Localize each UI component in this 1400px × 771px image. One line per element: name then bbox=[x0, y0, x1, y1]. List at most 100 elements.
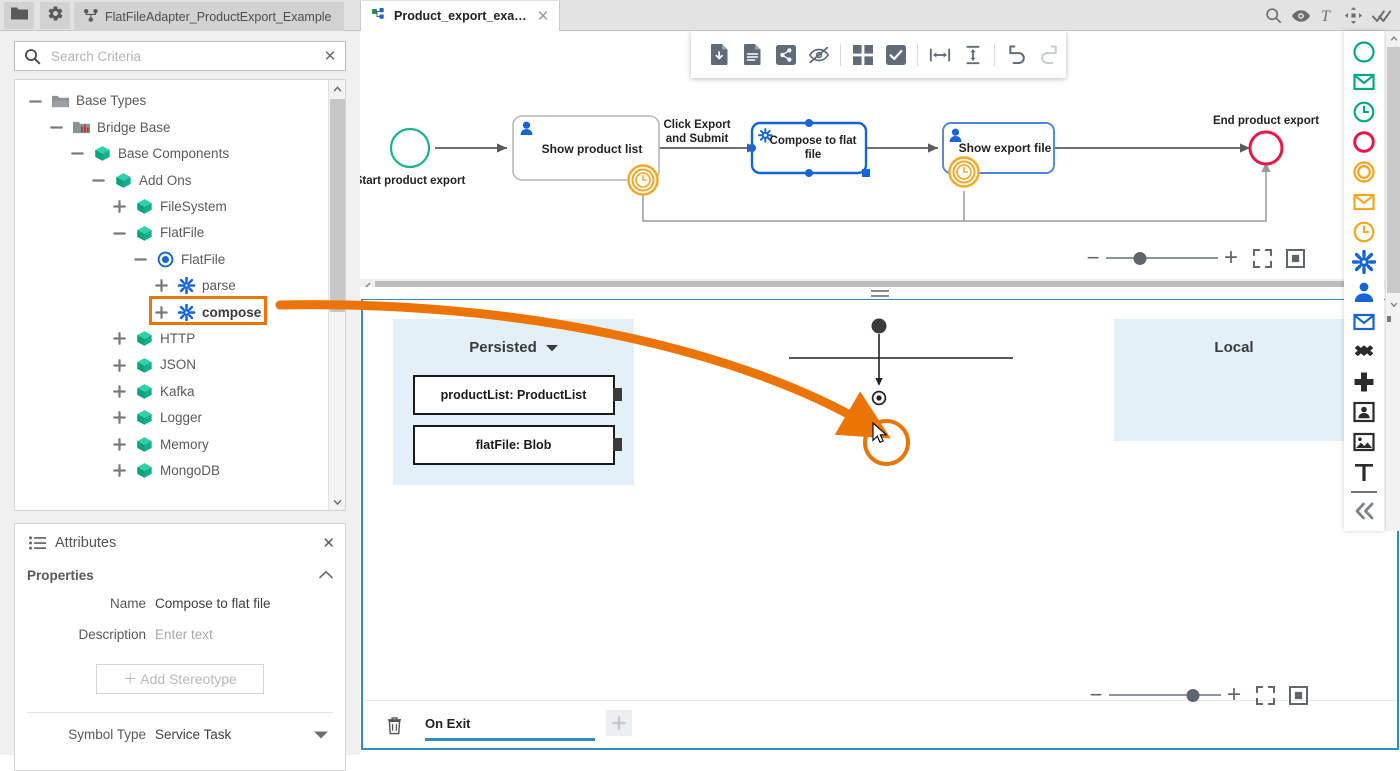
validate-icon[interactable] bbox=[1372, 8, 1392, 24]
collapse-icon[interactable] bbox=[69, 145, 86, 162]
expand-icon[interactable] bbox=[111, 383, 128, 400]
zoom-out-button[interactable]: − bbox=[1083, 684, 1109, 706]
actual-size-icon[interactable] bbox=[1283, 686, 1313, 705]
flow-connector-graphic[interactable] bbox=[773, 314, 1153, 514]
expand-icon[interactable] bbox=[111, 436, 128, 453]
expand-icon[interactable] bbox=[111, 198, 128, 215]
send-task-icon[interactable] bbox=[1346, 307, 1382, 337]
document-icon[interactable] bbox=[736, 40, 769, 70]
tree-scroll-thumb[interactable] bbox=[330, 99, 345, 312]
start-event-icon[interactable] bbox=[1346, 37, 1382, 67]
image-icon[interactable] bbox=[1346, 427, 1382, 457]
move-icon[interactable] bbox=[1345, 7, 1362, 24]
tree-item-add-ons[interactable]: Add Ons bbox=[15, 167, 328, 193]
diagram-canvas[interactable]: Start product export Show product list C… bbox=[360, 31, 1400, 279]
palette-scroll-thumb[interactable] bbox=[1387, 47, 1400, 293]
scroll-down-icon[interactable] bbox=[329, 493, 346, 510]
service-task-icon[interactable] bbox=[1346, 247, 1382, 277]
collapse-icon[interactable] bbox=[132, 251, 149, 268]
palette-grip[interactable] bbox=[1387, 316, 1391, 322]
palette-scrollbar[interactable] bbox=[1385, 31, 1400, 531]
symbol-type-value[interactable]: Service Task bbox=[155, 727, 231, 742]
add-tab-button[interactable] bbox=[606, 710, 632, 736]
search-icon[interactable] bbox=[1265, 7, 1282, 24]
close-icon[interactable]: ✕ bbox=[535, 9, 552, 24]
exclusive-gateway-icon[interactable] bbox=[1346, 337, 1382, 367]
message-start-event-icon[interactable] bbox=[1346, 67, 1382, 97]
zoom-slider[interactable] bbox=[1109, 688, 1221, 702]
chevron-down-icon[interactable] bbox=[313, 728, 329, 743]
expand-icon[interactable] bbox=[111, 357, 128, 374]
tree-scrollbar[interactable] bbox=[328, 80, 345, 510]
tree-item-flatfile[interactable]: FlatFile bbox=[15, 220, 328, 246]
user-task-icon[interactable] bbox=[1346, 277, 1382, 307]
fit-screen-icon[interactable] bbox=[1247, 249, 1277, 268]
document-tab[interactable]: Product_export_exa… ✕ bbox=[360, 1, 560, 31]
persisted-header[interactable]: Persisted bbox=[393, 319, 634, 375]
tree-item-filesystem[interactable]: FileSystem bbox=[15, 194, 328, 220]
property-value-name[interactable]: Compose to flat file bbox=[155, 596, 271, 611]
tree-item-memory[interactable]: Memory bbox=[15, 431, 328, 457]
folder-button[interactable] bbox=[4, 2, 34, 29]
scroll-up-icon[interactable] bbox=[1386, 31, 1400, 45]
tree-item-mongodb[interactable]: MongoDB bbox=[15, 457, 328, 483]
tree-item-json[interactable]: JSON bbox=[15, 352, 328, 378]
align-horizontal-icon[interactable] bbox=[923, 40, 956, 70]
text-icon[interactable]: T bbox=[1320, 7, 1335, 24]
timer-event-icon[interactable] bbox=[1346, 217, 1382, 247]
redo-icon[interactable] bbox=[1033, 40, 1066, 70]
variable-port[interactable] bbox=[613, 438, 622, 451]
collapse-palette-icon[interactable] bbox=[1346, 496, 1382, 526]
chevron-down-icon[interactable] bbox=[546, 339, 558, 356]
grid-layout-icon[interactable] bbox=[846, 40, 879, 70]
scroll-up-icon[interactable] bbox=[329, 80, 346, 97]
tree-item-bridge-base[interactable]: Bridge Base bbox=[15, 114, 328, 140]
expand-icon[interactable] bbox=[111, 409, 128, 426]
zoom-out-button[interactable]: − bbox=[1080, 247, 1106, 269]
clear-search-icon[interactable]: ✕ bbox=[315, 47, 345, 65]
tree-item-logger[interactable]: Logger bbox=[15, 405, 328, 431]
trash-icon[interactable] bbox=[381, 713, 407, 737]
panel-splitter[interactable] bbox=[360, 287, 1400, 299]
actual-size-icon[interactable] bbox=[1280, 249, 1310, 268]
drop-target-highlight[interactable] bbox=[863, 419, 910, 466]
text-annotation-icon[interactable] bbox=[1346, 457, 1382, 487]
tree-item-base-components[interactable]: Base Components bbox=[15, 141, 328, 167]
collapse-icon[interactable] bbox=[27, 93, 44, 110]
zoom-slider-thumb[interactable] bbox=[1133, 252, 1146, 265]
pool-icon[interactable] bbox=[1346, 397, 1382, 427]
close-icon[interactable]: ✕ bbox=[322, 534, 335, 552]
align-vertical-icon[interactable] bbox=[956, 40, 989, 70]
message-event-icon[interactable] bbox=[1346, 187, 1382, 217]
zoom-in-button[interactable]: + bbox=[1218, 246, 1244, 270]
execution-panel[interactable]: Persisted productList: ProductList flatF… bbox=[361, 298, 1399, 750]
tree-item-base-types[interactable]: Base Types bbox=[15, 88, 328, 114]
parallel-gateway-icon[interactable] bbox=[1346, 367, 1382, 397]
timer-start-event-icon[interactable] bbox=[1346, 97, 1382, 127]
collapse-icon[interactable] bbox=[111, 225, 128, 242]
tree-item-http[interactable]: HTTP bbox=[15, 326, 328, 352]
checkbox-icon[interactable] bbox=[879, 40, 912, 70]
zoom-in-button[interactable]: + bbox=[1221, 683, 1247, 707]
add-stereotype-button[interactable]: ＋ Add Stereotype bbox=[96, 664, 264, 694]
hide-icon[interactable] bbox=[802, 40, 835, 70]
scroll-down-icon[interactable] bbox=[1386, 297, 1400, 311]
zoom-slider-thumb[interactable] bbox=[1187, 689, 1200, 702]
expand-icon[interactable] bbox=[153, 304, 170, 321]
variable-box-productlist[interactable]: productList: ProductList bbox=[413, 375, 615, 415]
eye-icon[interactable] bbox=[1292, 9, 1310, 23]
intermediate-event-icon[interactable] bbox=[1346, 157, 1382, 187]
variable-box-flatfile[interactable]: flatFile: Blob bbox=[413, 425, 615, 465]
persisted-container[interactable]: Persisted productList: ProductList flatF… bbox=[393, 319, 634, 485]
undo-icon[interactable] bbox=[1000, 40, 1033, 70]
expand-icon[interactable] bbox=[153, 277, 170, 294]
end-event-icon[interactable] bbox=[1346, 127, 1382, 157]
tree-item-kafka[interactable]: Kafka bbox=[15, 378, 328, 404]
zoom-slider[interactable] bbox=[1106, 251, 1218, 265]
expand-icon[interactable] bbox=[111, 462, 128, 479]
tree-item-flatfile[interactable]: FlatFile bbox=[15, 246, 328, 272]
expand-icon[interactable] bbox=[111, 330, 128, 347]
properties-section-header[interactable]: Properties bbox=[15, 562, 345, 588]
collapse-icon[interactable] bbox=[48, 119, 65, 136]
collapse-icon[interactable] bbox=[90, 172, 107, 189]
